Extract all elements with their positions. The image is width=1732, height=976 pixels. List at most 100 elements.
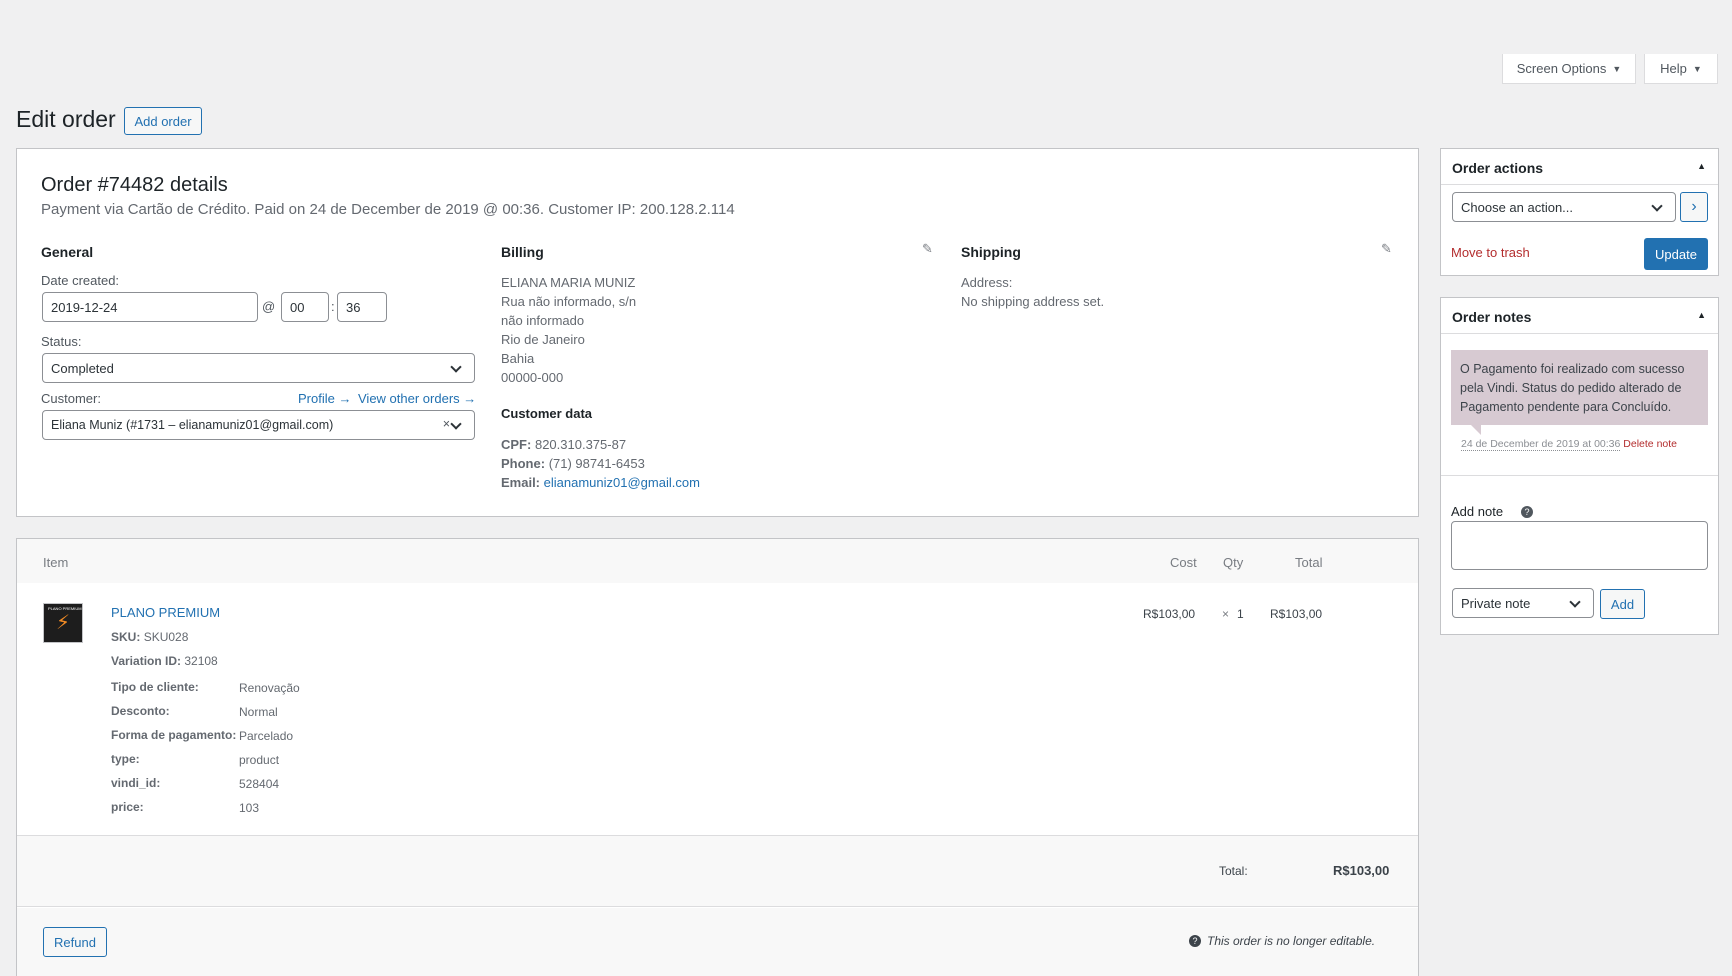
customer-select[interactable]: Eliana Muniz (#1731 – elianamuniz01@gmai… <box>42 410 475 440</box>
date-created-input[interactable]: 2019-12-24 <box>42 292 258 322</box>
billing-address: ELIANA MARIA MUNIZ Rua não informado, s/… <box>501 273 636 387</box>
cpf-value: 820.310.375-87 <box>534 437 627 452</box>
meta-value: 103 <box>239 801 260 815</box>
items-header-row: Item Cost Qty Total <box>17 539 1418 583</box>
meta-value: Renovação <box>239 681 300 695</box>
billing-line: não informado <box>501 313 585 328</box>
collapse-arrow-icon[interactable]: ▲ <box>1697 161 1706 171</box>
order-subtitle: Payment via Cartão de Crédito. Paid on 2… <box>41 201 735 218</box>
total-label: Total: <box>1219 864 1248 878</box>
customer-value: Eliana Muniz (#1731 – elianamuniz01@gmai… <box>51 418 334 432</box>
chevron-down-icon <box>450 418 462 430</box>
product-qty: 1 <box>1237 607 1244 621</box>
note-bubble: O Pagamento foi realizado com sucesso pe… <box>1451 350 1708 425</box>
note-type-value: Private note <box>1461 595 1531 611</box>
meta-row: type: product <box>111 751 331 775</box>
order-notes-title: Order notes <box>1452 309 1532 325</box>
product-thumbnail: PLANO PREMIUM ⚡ <box>43 603 83 643</box>
billing-heading: Billing <box>501 244 544 260</box>
thumb-text: PLANO PREMIUM <box>48 606 82 611</box>
add-note-label: Add note <box>1451 504 1504 519</box>
billing-line: ELIANA MARIA MUNIZ <box>501 275 636 290</box>
note-text: O Pagamento foi realizado com sucesso pe… <box>1460 362 1685 414</box>
meta-key: Tipo de cliente: <box>111 680 199 694</box>
meta-value: product <box>239 753 280 767</box>
cpf-label: CPF: <box>501 437 532 452</box>
edit-shipping-pencil-icon[interactable]: ✎ <box>1381 241 1392 257</box>
not-editable-text: This order is no longer editable. <box>1207 934 1376 948</box>
caret-down-icon: ▼ <box>1692 63 1702 74</box>
collapse-arrow-icon[interactable]: ▲ <box>1697 310 1706 320</box>
customer-label: Customer: <box>41 391 101 406</box>
billing-line: Bahia <box>501 351 535 366</box>
billing-line: Rio de Janeiro <box>501 332 585 347</box>
sku-label: SKU: <box>111 630 141 644</box>
shipping-heading: Shipping <box>961 244 1021 260</box>
order-title: Order #74482 details <box>41 174 228 196</box>
customer-data-heading: Customer data <box>501 406 593 421</box>
clear-icon[interactable]: × <box>443 417 450 431</box>
colon-separator: : <box>331 299 335 314</box>
customer-data: CPF: 820.310.375-87 Phone: (71) 98741-64… <box>501 435 700 492</box>
meta-row: Forma de pagamento: Parcelado <box>111 727 331 751</box>
meta-value: 528404 <box>239 777 280 791</box>
status-value: Completed <box>51 360 114 376</box>
help-button[interactable]: Help ▼ <box>1644 54 1718 84</box>
at-separator: @ <box>262 299 276 314</box>
add-note-button[interactable]: Add <box>1600 589 1645 619</box>
edit-billing-pencil-icon[interactable]: ✎ <box>922 241 933 257</box>
order-details-panel: Order #74482 details Payment via Cartão … <box>16 148 1419 517</box>
status-label: Status: <box>41 334 82 349</box>
qty-times: × <box>1222 607 1230 621</box>
note-bubble-tail <box>1471 425 1481 435</box>
email-link[interactable]: elianamuniz01@gmail.com <box>544 475 700 490</box>
order-action-placeholder: Choose an action... <box>1461 199 1574 215</box>
status-select[interactable]: Completed <box>42 353 475 383</box>
delete-note-link[interactable]: Delete note <box>1623 438 1677 450</box>
phone-label: Phone: <box>501 456 546 471</box>
order-actions-box: Order actions ▲ Choose an action... › Mo… <box>1440 148 1719 276</box>
chevron-down-icon <box>450 361 462 373</box>
refund-button[interactable]: Refund <box>43 927 107 957</box>
add-order-button[interactable]: Add order <box>124 107 202 135</box>
profile-link[interactable]: Profile → <box>298 391 351 406</box>
meta-key: price: <box>111 800 144 814</box>
screen-options-label: Screen Options <box>1516 61 1607 76</box>
view-other-orders-link[interactable]: View other orders → <box>358 391 476 406</box>
order-actions-header[interactable]: Order actions ▲ <box>1441 149 1718 185</box>
apply-action-button[interactable]: › <box>1680 192 1708 222</box>
add-note-textarea[interactable] <box>1451 521 1708 570</box>
move-to-trash-link[interactable]: Move to trash <box>1451 245 1530 260</box>
screen-options-button[interactable]: Screen Options ▼ <box>1502 54 1636 84</box>
note-date: 24 de December de 2019 at 00:36 <box>1461 438 1621 451</box>
totals-section: Total: R$103,00 <box>17 835 1418 907</box>
column-total: Total <box>1295 555 1323 570</box>
product-name-link[interactable]: PLANO PREMIUM <box>111 605 220 620</box>
note-type-select[interactable]: Private note <box>1452 588 1594 618</box>
product-meta-list: Tipo de cliente: Renovação Desconto: Norma… <box>111 679 331 823</box>
variation-label: Variation ID: <box>111 654 182 668</box>
update-button[interactable]: Update <box>1644 238 1708 270</box>
help-label: Help <box>1660 61 1687 76</box>
meta-key: Desconto: <box>111 704 170 718</box>
date-created-label: Date created: <box>41 273 120 288</box>
sku-value: SKU028 <box>143 630 189 644</box>
help-circle-icon: ? <box>1189 935 1201 947</box>
notes-divider <box>1441 475 1718 476</box>
product-cost: R$103,00 <box>1143 607 1196 621</box>
not-editable-notice: ? This order is no longer editable. <box>1189 934 1375 948</box>
product-variation: Variation ID: 32108 <box>111 654 218 668</box>
order-actions-title: Order actions <box>1452 160 1544 176</box>
meta-value: Normal <box>239 705 278 719</box>
column-cost: Cost <box>1170 555 1197 570</box>
page-title: Edit order <box>16 106 116 132</box>
total-value: R$103,00 <box>1333 863 1390 878</box>
minute-input[interactable]: 36 <box>337 292 387 322</box>
hour-input[interactable]: 00 <box>281 292 329 322</box>
billing-line: 00000-000 <box>501 370 564 385</box>
chevron-down-icon <box>1651 200 1663 212</box>
meta-row: price: 103 <box>111 799 331 823</box>
help-circle-icon[interactable]: ? <box>1521 506 1533 518</box>
order-notes-header[interactable]: Order notes ▲ <box>1441 298 1718 334</box>
order-action-select[interactable]: Choose an action... <box>1452 192 1676 222</box>
